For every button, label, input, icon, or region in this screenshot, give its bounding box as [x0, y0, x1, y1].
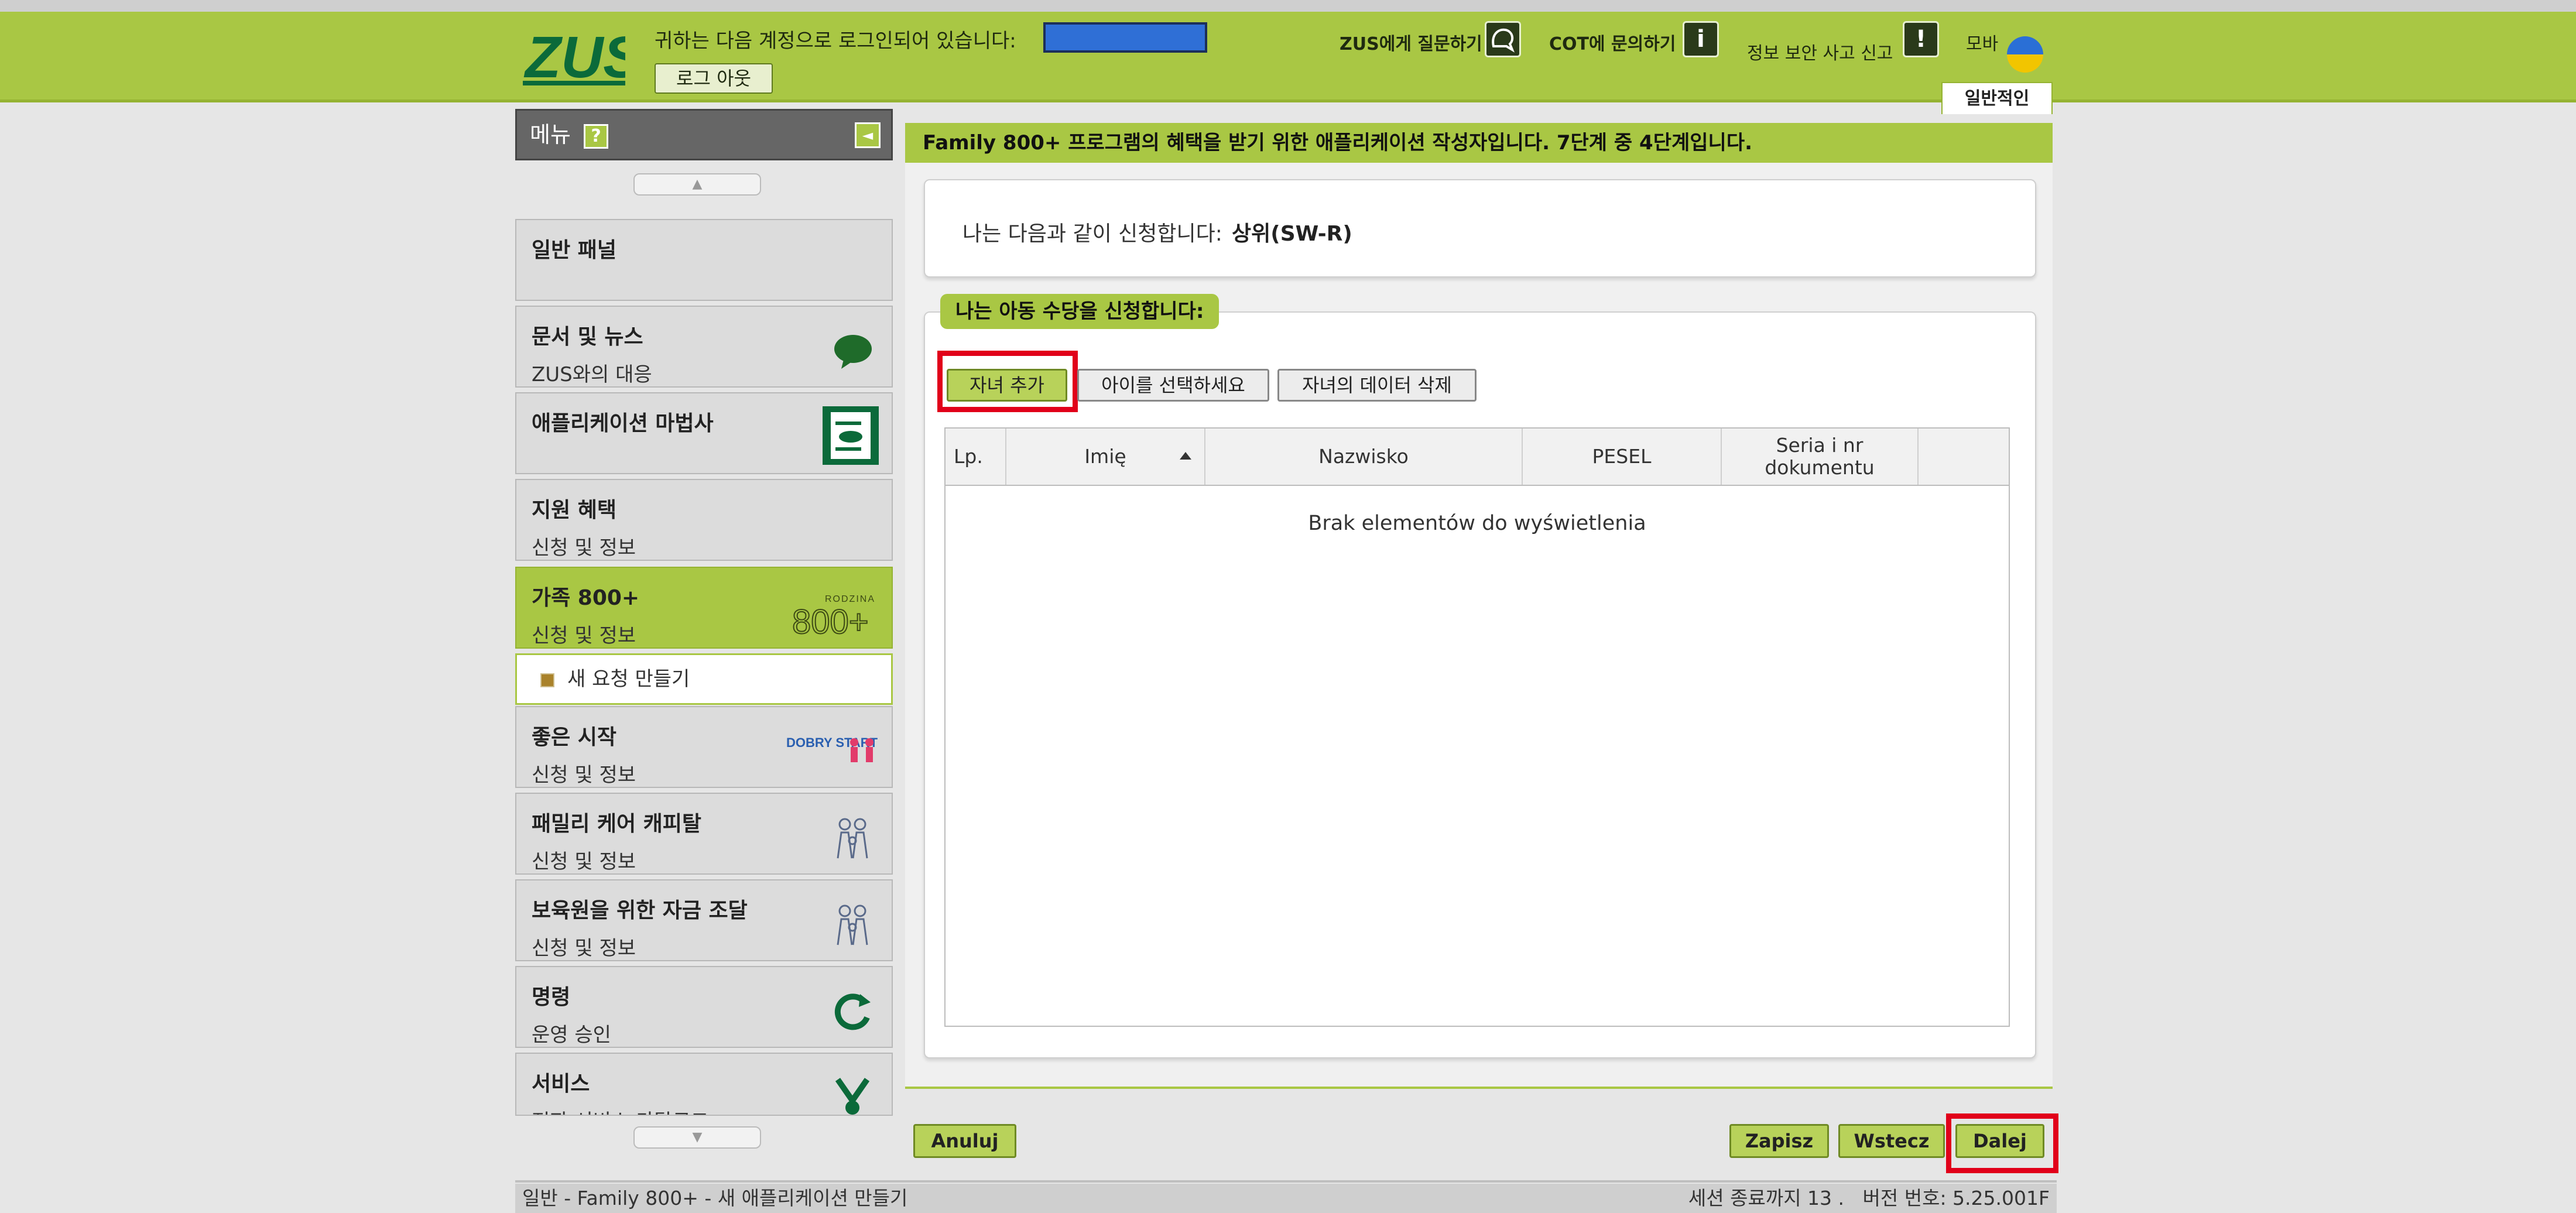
children-table: Lp. Imię Nazwisko PESEL Seria i nr dokum… [944, 427, 2010, 1027]
cancel-button[interactable]: Anuluj [913, 1124, 1016, 1158]
column-header-first-name[interactable]: Imię [1006, 429, 1205, 485]
contact-cot-link[interactable]: COT에 문의하기 [1549, 29, 1676, 55]
logged-in-text: 귀하는 다음 계정으로 로그인되어 있습니다: [655, 29, 1016, 53]
page-title: Family 800+ 프로그램의 혜택을 받기 위한 애플리케이션 작성자입니… [905, 123, 2053, 163]
family-icon [837, 818, 868, 859]
table-header: Lp. Imię Nazwisko PESEL Seria i nr dokum… [946, 429, 2009, 486]
highlight-add-child [937, 351, 1078, 412]
sidebar-item-services[interactable]: 서비스 전자 서비스 카탈로그 [515, 1053, 893, 1116]
sidebar-item-support-benefits[interactable]: 지원 혜택 신청 및 정보 [515, 479, 893, 561]
session-version-info: 세션 종료까지 13 . 버전 번호: 5.25.001F [1688, 1184, 2050, 1213]
sort-ascending-icon [1180, 452, 1191, 460]
ukraine-flag-icon[interactable] [2007, 36, 2043, 73]
bullet-icon [540, 673, 554, 687]
table-empty-message: Brak elementów do wyświetlenia [1308, 512, 1646, 535]
apply-as-label: 나는 다음과 같이 신청합니다: [962, 222, 1222, 246]
sidebar-item-good-start[interactable]: 좋은 시작 신청 및 정보 DOBRY START [515, 706, 893, 788]
column-header-pesel[interactable]: PESEL [1523, 429, 1722, 485]
sidebar-item-nursery-funding[interactable]: 보육원을 위한 자금 조달 신청 및 정보 [515, 879, 893, 961]
apply-as-value: 상위(SW-R) [1232, 222, 1352, 246]
document-icon [823, 406, 879, 465]
collapse-menu-icon[interactable]: ◄ [855, 122, 881, 148]
tools-icon [835, 1078, 870, 1115]
column-header-actions [1919, 429, 2009, 485]
ask-zus-link[interactable]: ZUS에게 질문하기 [1340, 29, 1482, 55]
sidebar-item-general-panel[interactable]: 일반 패널 [515, 219, 893, 301]
user-account-field [1043, 22, 1207, 53]
sidebar-subitem-new-request[interactable]: 새 요청 만들기 [515, 653, 893, 705]
breadcrumb: 일반 - Family 800+ - 새 애플리케이션 만들기 [522, 1187, 908, 1209]
menu-help-icon[interactable]: ? [584, 124, 609, 149]
logout-button[interactable]: 로그 아웃 [655, 63, 773, 94]
highlight-next [1946, 1113, 2058, 1173]
svg-text:ZUS: ZUS [523, 25, 625, 88]
menu-title: 메뉴 [530, 122, 571, 148]
session-timer: 세션 종료까지 13 . [1688, 1187, 1845, 1209]
sidebar-item-family-800[interactable]: 가족 800+ 신청 및 정보 RODZINA 800+ [515, 567, 893, 649]
sidebar-item-family-care-capital[interactable]: 패밀리 케어 캐피탈 신청 및 정보 [515, 793, 893, 875]
save-button[interactable]: Zapisz [1729, 1124, 1829, 1158]
column-header-last-name[interactable]: Nazwisko [1205, 429, 1523, 485]
rodzina-800-logo: RODZINA 800+ [792, 594, 874, 638]
sidebar-scroll-down-button[interactable]: ▼ [633, 1126, 761, 1149]
info-icon[interactable]: i [1683, 21, 1719, 57]
report-security-incident-link[interactable]: 정보 보안 사고 신고 [1747, 39, 1893, 64]
sidebar-scroll-up-button[interactable]: ▲ [633, 173, 761, 196]
back-button[interactable]: Wstecz [1838, 1124, 1945, 1158]
section-title: 나는 아동 수당을 신청합니다: [940, 294, 1220, 329]
select-child-button[interactable]: 아이를 선택하세요 [1077, 369, 1269, 402]
version-number: 버전 번호: 5.25.001F [1862, 1187, 2050, 1209]
svg-text:DOBRY START: DOBRY START [786, 735, 878, 750]
family-icon [837, 904, 868, 945]
dobry-start-logo: DOBRY START [786, 735, 878, 762]
refresh-icon [834, 993, 871, 1030]
chat-help-icon[interactable] [1485, 21, 1521, 57]
delete-child-data-button[interactable]: 자녀의 데이터 삭제 [1277, 369, 1477, 402]
divider [515, 1180, 2057, 1183]
sidebar-item-documents-news[interactable]: 문서 및 뉴스 ZUS와의 대응 [515, 306, 893, 388]
browser-top-strip [0, 0, 2576, 12]
status-bar: 일반 - Family 800+ - 새 애플리케이션 만들기 세션 종료까지 … [515, 1184, 2057, 1213]
column-header-document[interactable]: Seria i nr dokumentu [1722, 429, 1919, 485]
apply-as-box: 나는 다음과 같이 신청합니다: 상위(SW-R) [924, 179, 2036, 277]
sidebar-item-application-wizard[interactable]: 애플리케이션 마법사 [515, 392, 893, 474]
tab-general[interactable]: 일반적인 [1941, 82, 2053, 114]
svg-text:800+: 800+ [792, 603, 869, 638]
speech-bubble-icon [834, 335, 872, 369]
alert-icon[interactable]: ! [1903, 21, 1939, 57]
sidebar-item-orders[interactable]: 명령 운영 승인 [515, 966, 893, 1048]
sidebar-menu-header: 메뉴 ? ◄ [515, 109, 893, 160]
app-header: ZUS 귀하는 다음 계정으로 로그인되어 있습니다: 로그 아웃 ZUS에게 … [0, 12, 2576, 114]
column-header-lp[interactable]: Lp. [946, 429, 1006, 485]
mobile-link[interactable]: 모바 [1966, 29, 1998, 55]
zus-logo: ZUS [523, 25, 625, 88]
